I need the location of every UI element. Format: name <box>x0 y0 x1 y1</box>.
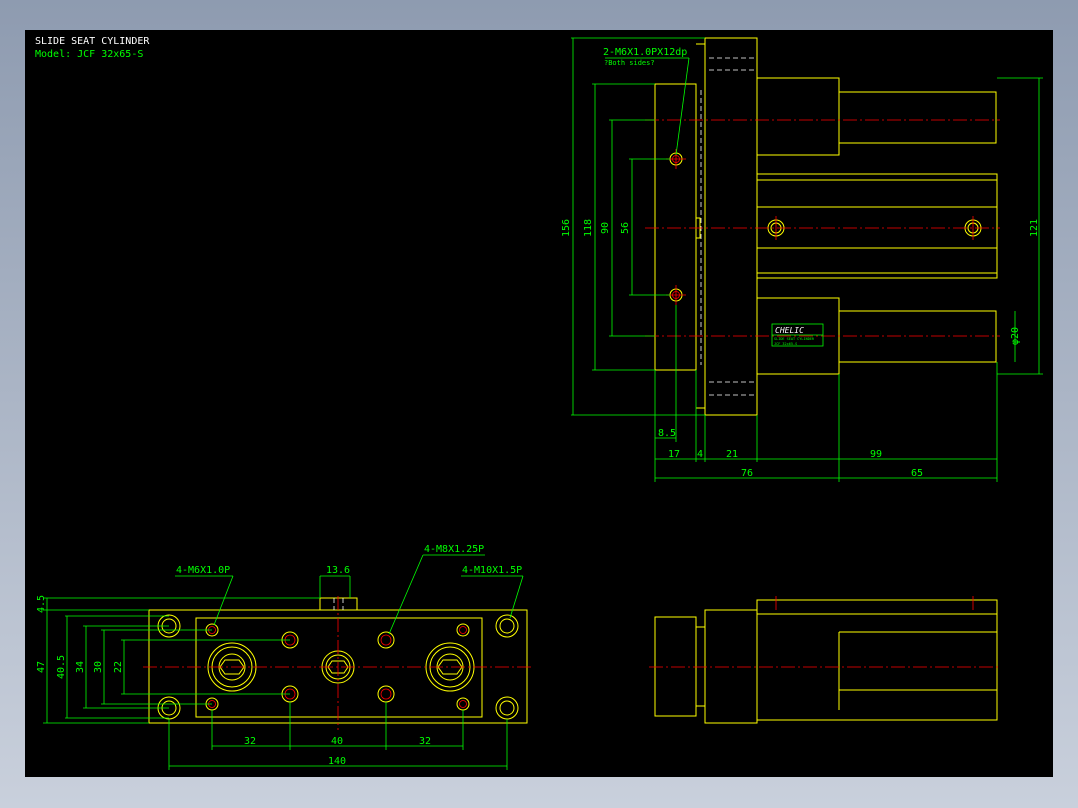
dim-32-right: 32 <box>419 736 431 747</box>
side-cylinder <box>756 599 998 721</box>
dim-30: 30 <box>93 661 104 673</box>
callout-m8: 4-M8X1.25P <box>424 544 484 555</box>
dim-140: 140 <box>328 756 346 767</box>
label-line-2: JCF 32x65-S <box>774 342 797 346</box>
dim-22: 22 <box>113 661 124 673</box>
dim-156: 156 <box>561 219 572 237</box>
upper-rod <box>838 91 997 144</box>
top-stub <box>319 597 358 611</box>
dim-32-left: 32 <box>244 736 256 747</box>
dim-34: 34 <box>75 661 86 673</box>
dim-99: 99 <box>870 449 882 460</box>
cylinder-body <box>756 173 998 279</box>
dim-47: 47 <box>36 661 47 673</box>
callout-m10: 4-M10X1.5P <box>462 565 522 576</box>
dim-17: 17 <box>668 449 680 460</box>
dim-56: 56 <box>620 222 631 234</box>
dim-65: 65 <box>911 468 923 479</box>
callout-top-tap-sub: ?Both sides? <box>604 59 655 67</box>
dim-21: 21 <box>726 449 738 460</box>
dim-118: 118 <box>583 219 594 237</box>
side-slide-body <box>704 609 758 724</box>
center-block <box>195 617 483 718</box>
dim-4-5: 4.5 <box>36 595 47 613</box>
front-view: 4.5 47 40.5 34 30 22 32 40 32 140 13.6 4… <box>36 544 533 770</box>
end-plate <box>654 83 697 371</box>
brand-text: CHELIC <box>775 326 804 335</box>
dim-76: 76 <box>741 468 753 479</box>
drawing-title: SLIDE SEAT CYLINDER <box>35 36 150 47</box>
upper-guide <box>756 77 840 156</box>
callout-top-tap: 2-M6X1.0PX12dp <box>603 47 687 58</box>
side-view <box>649 596 1000 724</box>
drawing-model: Model: JCF 32x65-S <box>35 49 143 60</box>
cad-drawing: SLIDE SEAT CYLINDER Model: JCF 32x65-S C… <box>35 36 1043 770</box>
cad-drawing-viewport[interactable]: SLIDE SEAT CYLINDER Model: JCF 32x65-S C… <box>25 30 1053 777</box>
dim-4: 4 <box>697 449 703 460</box>
slide-body <box>704 37 758 416</box>
dim-40-5: 40.5 <box>56 655 67 679</box>
dim-phi20: φ20 <box>1010 327 1021 345</box>
dim-90: 90 <box>600 222 611 234</box>
dim-121: 121 <box>1029 219 1040 237</box>
side-end-plate <box>654 616 697 717</box>
top-view: CHELIC SLIDE SEAT CYLINDER JCF 32x65-S 1… <box>561 37 1043 482</box>
dim-8-5: 8.5 <box>658 428 676 439</box>
dim-13-6: 13.6 <box>326 565 350 576</box>
dim-40: 40 <box>331 736 343 747</box>
callout-m6: 4-M6X1.0P <box>176 565 230 576</box>
lower-rod <box>838 310 997 363</box>
label-line-1: SLIDE SEAT CYLINDER <box>774 337 815 341</box>
